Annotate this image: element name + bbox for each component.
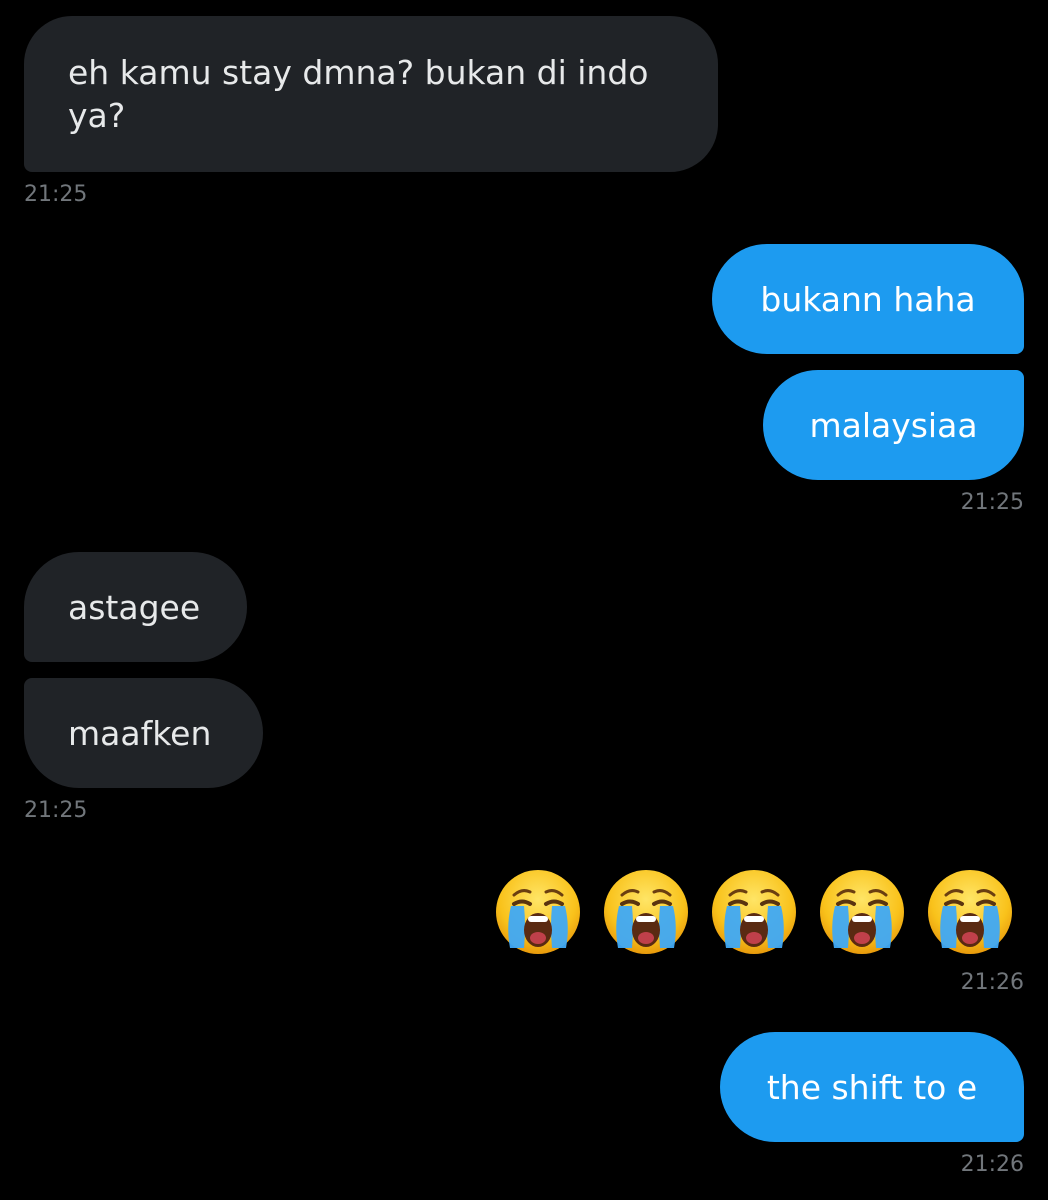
- loudly-crying-face-icon: [710, 868, 798, 956]
- message-text: the shift to e: [766, 1067, 978, 1107]
- loudly-crying-face-icon: [818, 868, 906, 956]
- outgoing-message[interactable]: the shift to e: [720, 1032, 1024, 1142]
- message-text: astagee: [68, 587, 201, 627]
- incoming-message[interactable]: maafken: [24, 678, 263, 788]
- message-timestamp: 21:25: [960, 490, 1024, 515]
- outgoing-message[interactable]: malaysiaa: [763, 370, 1024, 480]
- message-timestamp: 21:26: [960, 970, 1024, 995]
- message-timestamp: 21:25: [24, 182, 88, 207]
- loudly-crying-face-icon: [926, 868, 1014, 956]
- message-text: eh kamu stay dmna? bukan di indo ya?: [68, 53, 649, 135]
- message-text: malaysiaa: [809, 405, 978, 445]
- outgoing-message[interactable]: bukann haha: [712, 244, 1024, 354]
- incoming-message[interactable]: astagee: [24, 552, 247, 662]
- loudly-crying-face-icon: [494, 868, 582, 956]
- message-timestamp: 21:25: [24, 798, 88, 823]
- loudly-crying-face-icon: [602, 868, 690, 956]
- emoji-message[interactable]: [494, 868, 1014, 956]
- incoming-message[interactable]: eh kamu stay dmna? bukan di indo ya?: [24, 16, 718, 172]
- message-text: maafken: [68, 713, 212, 753]
- message-timestamp: 21:26: [960, 1152, 1024, 1177]
- message-text: bukann haha: [760, 279, 976, 319]
